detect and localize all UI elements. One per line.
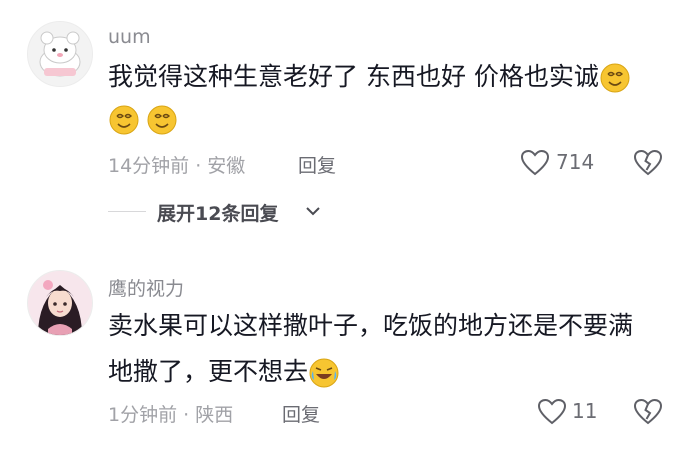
- comment-text: 卖水果可以这样撒叶子，吃饭的地方还是不要满 地撒了，更不想去: [108, 306, 633, 392]
- comment-text-line: 卖水果可以这样撒叶子，吃饭的地方还是不要满: [108, 311, 634, 340]
- comment-text-line-wrap: 地撒了，更不想去: [108, 352, 633, 392]
- dizzy-smile-emoji-icon: [146, 104, 178, 136]
- heart-outline-icon[interactable]: [520, 149, 550, 177]
- comment-time-location: 14分钟前 · 安徽: [108, 155, 246, 177]
- expand-replies-button[interactable]: 展开12条回复: [157, 199, 278, 226]
- reply-button[interactable]: 回复: [298, 151, 336, 178]
- comment-username[interactable]: uum: [108, 26, 151, 48]
- heart-outline-icon[interactable]: [537, 398, 567, 426]
- like-count: 714: [556, 150, 595, 174]
- comment-emoji-row: [108, 104, 178, 140]
- dizzy-smile-emoji-icon: [599, 62, 631, 94]
- like-count: 11: [572, 399, 598, 423]
- expand-replies-label: 展开12条回复: [157, 203, 279, 225]
- avatar-uum[interactable]: [27, 21, 93, 87]
- comment-text-line: 地撒了，更不想去: [108, 357, 309, 386]
- avatar-yingdeshili[interactable]: [27, 270, 93, 336]
- comment-username[interactable]: 鹰的视力: [108, 274, 184, 301]
- reply-button[interactable]: 回复: [282, 400, 320, 427]
- dizzy-smile-emoji-icon: [108, 104, 140, 136]
- broken-heart-icon[interactable]: [633, 398, 663, 426]
- comment-text: 我觉得这种生意老好了 东西也好 价格也实诚: [108, 57, 631, 97]
- broken-heart-icon[interactable]: [633, 149, 663, 177]
- laugh-cry-emoji-icon: [308, 357, 340, 389]
- comment-time-location: 1分钟前 · 陕西: [108, 404, 234, 426]
- comment-text-line: 我觉得这种生意老好了 东西也好 价格也实诚: [108, 62, 599, 91]
- expand-divider: [108, 211, 146, 212]
- chevron-down-icon[interactable]: [305, 205, 321, 217]
